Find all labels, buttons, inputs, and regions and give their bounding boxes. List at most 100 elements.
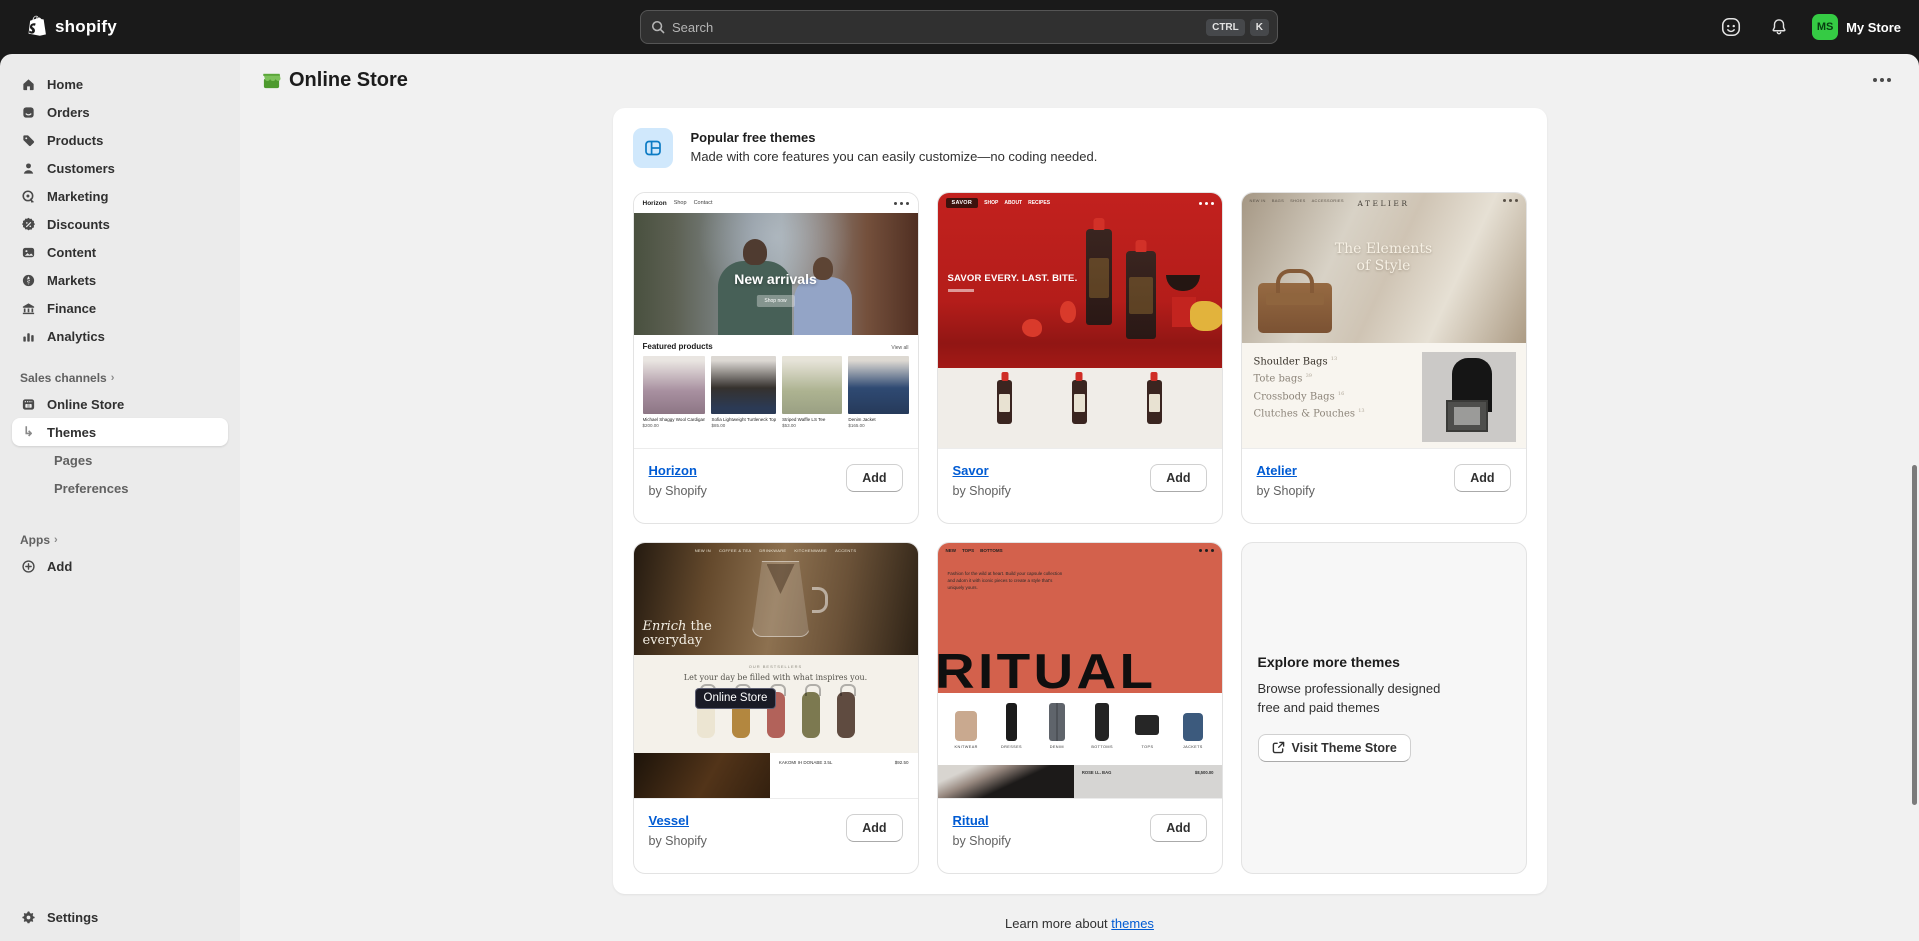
shopify-logo[interactable]: shopify: [26, 15, 117, 39]
bell-icon: [1769, 17, 1789, 37]
sidebar-item-pages[interactable]: Pages: [12, 446, 228, 474]
ritual-category: KNITWEAR: [954, 701, 978, 765]
gear-icon: [20, 909, 37, 926]
sidebar-item-preferences[interactable]: Preferences: [12, 474, 228, 502]
vessel-preview-image[interactable]: NEW IN COFFEE & TEA DRINKWARE KITCHENWAR…: [634, 543, 918, 799]
horizon-nav-link: Contact: [694, 200, 713, 206]
themes-grid: Horizon Shop Contact New arrivals Shop n…: [633, 192, 1527, 874]
banner-subtitle: Made with core features you can easily c…: [691, 149, 1098, 164]
savor-logo: SAVOR: [946, 198, 979, 208]
media-icon: [20, 244, 37, 261]
ritual-intro-text: Fashion for the wild at heart. Build you…: [948, 571, 1066, 591]
home-icon: [20, 76, 37, 93]
theme-card-savor: SAVOR SHOP ABOUT RECIPES SAVOR EVERY. LA…: [937, 192, 1223, 524]
explore-title: Explore more themes: [1258, 654, 1510, 670]
tag-icon: [20, 132, 37, 149]
sidebar-item-orders[interactable]: Orders: [12, 98, 228, 126]
sidebar-item-settings[interactable]: Settings: [12, 903, 228, 931]
ritual-category: DRESSES: [999, 701, 1023, 765]
vertical-scrollbar[interactable]: [1912, 465, 1917, 805]
vessel-hero-title: Enrich the everyday: [643, 620, 712, 649]
sidebar-item-markets[interactable]: $ Markets: [12, 266, 228, 294]
horizon-view-all: View all: [891, 345, 908, 351]
sidebar-item-label: Add: [47, 559, 72, 574]
theme-card-ritual: NEW TOPS BOTTOMS Fashion for the wild at…: [937, 542, 1223, 874]
sidekick-assistant-button[interactable]: [1716, 12, 1746, 42]
online-store-tooltip: Online Store: [696, 689, 776, 708]
sidebar-item-label: Discounts: [47, 217, 110, 232]
atelier-preview-image[interactable]: NEW IN BAGS SHOES ACCESSORIES ATELIER Th…: [1242, 193, 1526, 449]
ritual-category: JACKETS: [1181, 701, 1205, 765]
sidebar-item-analytics[interactable]: Analytics: [12, 322, 228, 350]
sidebar-item-online-store[interactable]: Online Store: [12, 390, 228, 418]
themes-banner-icon: [633, 128, 673, 168]
atelier-logo: ATELIER: [1242, 199, 1526, 208]
ritual-category: TOPS: [1135, 701, 1159, 765]
horizon-nav-link: Shop: [674, 200, 687, 206]
theme-link-horizon[interactable]: Horizon: [649, 463, 697, 478]
ritual-preview-image[interactable]: NEW TOPS BOTTOMS Fashion for the wild at…: [938, 543, 1222, 799]
sidebar-item-products[interactable]: Products: [12, 126, 228, 154]
shopify-bag-icon: [26, 15, 48, 39]
sidebar-item-marketing[interactable]: Marketing: [12, 182, 228, 210]
page-footer: Learn more about themes: [240, 916, 1919, 931]
apps-header[interactable]: Apps ›: [12, 528, 228, 552]
apps-label: Apps: [20, 533, 50, 547]
themes-help-link[interactable]: themes: [1111, 916, 1154, 931]
more-actions-button[interactable]: [1865, 67, 1899, 93]
theme-link-atelier[interactable]: Atelier: [1257, 463, 1297, 478]
notifications-button[interactable]: [1764, 12, 1794, 42]
theme-card-atelier: NEW IN BAGS SHOES ACCESSORIES ATELIER Th…: [1241, 192, 1527, 524]
atelier-product-photo: [1422, 352, 1516, 442]
ritual-product-name: ROSE I.L. BAG: [1082, 770, 1112, 799]
savor-preview-image[interactable]: SAVOR SHOP ABOUT RECIPES SAVOR EVERY. LA…: [938, 193, 1222, 449]
sidebar-item-label: Customers: [47, 161, 115, 176]
sidebar-item-label: Markets: [47, 273, 96, 288]
popular-themes-card: Popular free themes Made with core featu…: [613, 108, 1547, 894]
card-header: Popular free themes Made with core featu…: [633, 128, 1527, 168]
store-menu[interactable]: MS My Store: [1812, 14, 1901, 40]
theme-card-horizon: Horizon Shop Contact New arrivals Shop n…: [633, 192, 919, 524]
add-theme-vessel-button[interactable]: Add: [846, 814, 902, 842]
sales-channels-header[interactable]: Sales channels ›: [12, 366, 228, 390]
sidebar-item-content[interactable]: Content: [12, 238, 228, 266]
ritual-hero-title: RITUAL: [938, 648, 1156, 693]
search-input[interactable]: Search CTRL K: [640, 10, 1278, 44]
add-theme-atelier-button[interactable]: Add: [1454, 464, 1510, 492]
sidebar-item-customers[interactable]: Customers: [12, 154, 228, 182]
topbar: shopify Search CTRL K MS My Store: [0, 0, 1919, 54]
search-icon: [651, 20, 665, 34]
sales-channels-label: Sales channels: [20, 371, 107, 385]
elbow-arrow-icon: ↳: [20, 424, 37, 440]
sidebar-item-add-app[interactable]: Add: [12, 552, 228, 580]
ritual-category: BOTTOMS: [1090, 701, 1114, 765]
globe-dollar-icon: $: [20, 272, 37, 289]
horizon-product: Michael Shaggy Wool Cardigan $200.00: [643, 356, 706, 428]
visit-theme-store-button[interactable]: Visit Theme Store: [1258, 734, 1411, 762]
horizon-nav-brand: Horizon: [643, 200, 667, 207]
sidebar-item-home[interactable]: Home: [12, 70, 228, 98]
sidebar-item-themes[interactable]: ↳ Themes: [12, 418, 228, 446]
sidebar-item-label: Settings: [47, 910, 98, 925]
theme-link-vessel[interactable]: Vessel: [649, 813, 690, 828]
theme-link-savor[interactable]: Savor: [953, 463, 989, 478]
horizon-product: Striped Waffle LS Tee $53.00: [782, 356, 842, 428]
sidebar-item-label: Home: [47, 77, 83, 92]
sidebar-item-label: Products: [47, 133, 103, 148]
store-name: My Store: [1846, 20, 1901, 35]
add-theme-horizon-button[interactable]: Add: [846, 464, 902, 492]
search-placeholder: Search: [672, 20, 1201, 35]
theme-card-vessel: NEW IN COFFEE & TEA DRINKWARE KITCHENWAR…: [633, 542, 919, 874]
sidebar-item-finance[interactable]: Finance: [12, 294, 228, 322]
sidebar-item-label: Orders: [47, 105, 90, 120]
sidebar-item-discounts[interactable]: Discounts: [12, 210, 228, 238]
sidekick-icon: [1720, 16, 1742, 38]
sidebar: Home Orders Products Customers Marketing…: [0, 54, 240, 941]
vessel-tagline: Let your day be filled with what inspire…: [634, 673, 918, 682]
sidebar-item-label: Pages: [54, 453, 92, 468]
theme-link-ritual[interactable]: Ritual: [953, 813, 989, 828]
horizon-preview-image[interactable]: Horizon Shop Contact New arrivals Shop n…: [634, 193, 918, 449]
add-theme-ritual-button[interactable]: Add: [1150, 814, 1206, 842]
add-theme-savor-button[interactable]: Add: [1150, 464, 1206, 492]
orders-icon: [20, 104, 37, 121]
